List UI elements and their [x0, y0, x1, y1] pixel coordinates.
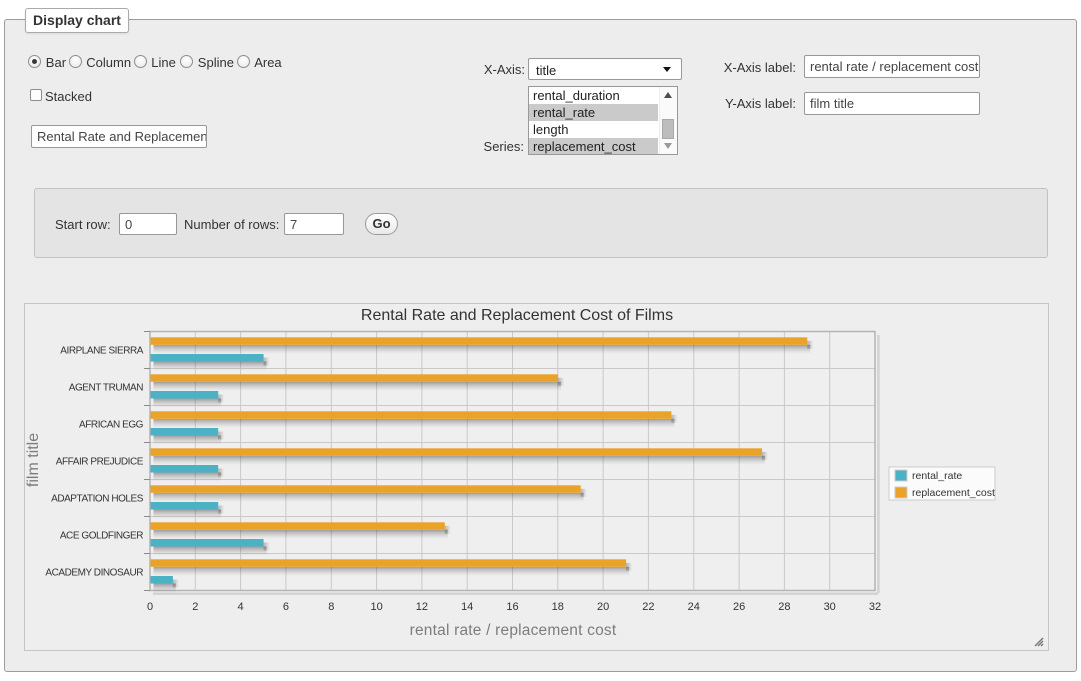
- svg-text:rental rate / replacement cost: rental rate / replacement cost: [410, 622, 617, 639]
- svg-text:14: 14: [461, 601, 473, 613]
- svg-text:28: 28: [778, 601, 790, 613]
- svg-text:rental_rate: rental_rate: [912, 470, 962, 482]
- svg-text:AFRICAN EGG: AFRICAN EGG: [79, 420, 144, 431]
- svg-text:26: 26: [733, 601, 745, 613]
- svg-text:film title: film title: [25, 433, 42, 487]
- svg-text:30: 30: [824, 601, 836, 613]
- svg-text:0: 0: [147, 601, 153, 613]
- svg-text:16: 16: [506, 601, 518, 613]
- svg-text:32: 32: [869, 601, 881, 613]
- svg-text:24: 24: [688, 601, 700, 613]
- svg-text:ACADEMY DINOSAUR: ACADEMY DINOSAUR: [45, 568, 143, 579]
- svg-text:6: 6: [283, 601, 289, 613]
- svg-text:ADAPTATION HOLES: ADAPTATION HOLES: [51, 494, 144, 505]
- svg-text:AIRPLANE SIERRA: AIRPLANE SIERRA: [60, 346, 144, 357]
- svg-text:AFFAIR PREJUDICE: AFFAIR PREJUDICE: [56, 457, 144, 468]
- svg-text:12: 12: [416, 601, 428, 613]
- svg-text:4: 4: [238, 601, 244, 613]
- svg-text:2: 2: [192, 601, 198, 613]
- svg-text:Rental Rate and Replacement Co: Rental Rate and Replacement Cost of Film…: [361, 307, 673, 324]
- svg-text:20: 20: [597, 601, 609, 613]
- svg-text:ACE GOLDFINGER: ACE GOLDFINGER: [60, 531, 143, 542]
- svg-text:8: 8: [328, 601, 334, 613]
- svg-text:22: 22: [642, 601, 654, 613]
- svg-text:AGENT TRUMAN: AGENT TRUMAN: [69, 383, 143, 394]
- svg-text:replacement_cost: replacement_cost: [912, 487, 995, 499]
- svg-text:18: 18: [552, 601, 564, 613]
- svg-text:10: 10: [370, 601, 382, 613]
